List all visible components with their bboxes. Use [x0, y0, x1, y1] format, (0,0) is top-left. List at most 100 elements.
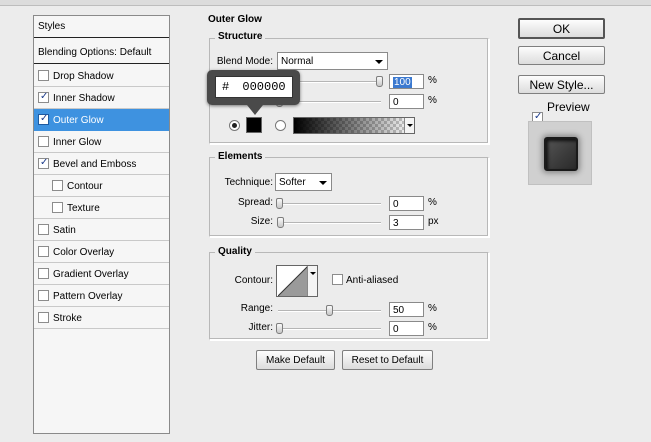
style-item-checkbox[interactable]: [52, 202, 63, 213]
technique-dropdown[interactable]: Softer: [275, 173, 332, 191]
hash-symbol: #: [222, 80, 230, 94]
style-item-checkbox[interactable]: [38, 268, 49, 279]
opacity-slider-thumb[interactable]: [376, 76, 383, 87]
style-item-label: Inner Shadow: [53, 93, 115, 104]
glow-gradient-picker[interactable]: [293, 117, 415, 134]
technique-label: Technique:: [224, 177, 273, 188]
style-item-contour[interactable]: Contour: [34, 175, 169, 197]
style-item-gradient-overlay[interactable]: Gradient Overlay: [34, 263, 169, 285]
title-bar-strip: [0, 0, 651, 6]
make-default-button[interactable]: Make Default: [256, 350, 335, 370]
color-hex-value: 000000: [242, 80, 286, 94]
elements-title: Elements: [215, 151, 266, 162]
range-unit: %: [428, 303, 437, 314]
size-unit: px: [428, 216, 439, 227]
style-item-label: Gradient Overlay: [53, 269, 129, 280]
range-slider-thumb[interactable]: [326, 305, 333, 316]
noise-percent: %: [428, 95, 437, 106]
spread-unit: %: [428, 197, 437, 208]
jitter-label: Jitter:: [248, 322, 273, 333]
preview-box: [528, 121, 592, 185]
contour-chevron-icon[interactable]: [307, 266, 317, 296]
style-item-label: Contour: [67, 181, 103, 192]
style-item-pattern-overlay[interactable]: Pattern Overlay: [34, 285, 169, 307]
preview-label: Preview: [547, 100, 590, 114]
gradient-radio[interactable]: [275, 120, 286, 131]
chevron-down-icon: [375, 60, 383, 64]
size-label: Size:: [250, 216, 273, 227]
style-item-satin[interactable]: Satin: [34, 219, 169, 241]
spread-slider-track[interactable]: [278, 203, 381, 205]
gradient-chevron-icon[interactable]: [404, 118, 414, 133]
style-item-label: Inner Glow: [53, 137, 102, 148]
style-item-outer-glow[interactable]: Outer Glow: [34, 109, 169, 131]
opacity-value: 100: [393, 77, 412, 88]
blend-mode-value: Normal: [281, 56, 314, 67]
color-hex-field: # 000000: [215, 76, 293, 98]
opacity-percent: %: [428, 75, 437, 86]
style-item-checkbox[interactable]: [38, 290, 49, 301]
anti-aliased-checkbox[interactable]: [332, 274, 343, 285]
style-item-checkbox[interactable]: [38, 70, 49, 81]
contour-linear-icon: [278, 266, 308, 296]
glow-color-swatch[interactable]: [246, 117, 262, 133]
range-input[interactable]: 50: [389, 302, 424, 317]
quality-title: Quality: [215, 246, 255, 257]
style-item-label: Color Overlay: [53, 247, 115, 258]
size-slider-track[interactable]: [278, 222, 381, 224]
contour-picker[interactable]: [276, 265, 318, 297]
style-item-checkbox[interactable]: [38, 136, 49, 147]
color-tooltip: # 000000: [207, 70, 300, 115]
preview-thumbnail: [544, 137, 578, 171]
style-item-label: Pattern Overlay: [53, 291, 123, 302]
jitter-slider-track[interactable]: [278, 328, 381, 330]
jitter-slider-thumb[interactable]: [276, 323, 283, 334]
style-item-label: Stroke: [53, 313, 82, 324]
style-item-checkbox[interactable]: [38, 224, 49, 235]
range-label: Range:: [240, 303, 273, 314]
ok-button[interactable]: OK: [518, 18, 605, 39]
spread-label: Spread:: [237, 197, 273, 208]
noise-input[interactable]: 0: [389, 94, 424, 109]
reset-to-default-button[interactable]: Reset to Default: [342, 350, 433, 370]
jitter-unit: %: [428, 322, 437, 333]
new-style-button[interactable]: New Style...: [518, 75, 605, 94]
size-input[interactable]: 3: [389, 215, 424, 230]
styles-list: Styles Blending Options: Default Drop Sh…: [33, 15, 170, 434]
style-item-stroke[interactable]: Stroke: [34, 307, 169, 329]
style-item-label: Drop Shadow: [53, 71, 114, 82]
style-item-color-overlay[interactable]: Color Overlay: [34, 241, 169, 263]
contour-label: Contour:: [234, 275, 273, 286]
style-item-checkbox[interactable]: [52, 180, 63, 191]
blend-mode-dropdown[interactable]: Normal: [277, 52, 388, 70]
style-item-texture[interactable]: Texture: [34, 197, 169, 219]
spread-slider-thumb[interactable]: [276, 198, 283, 209]
size-slider-thumb[interactable]: [277, 217, 285, 228]
styles-header[interactable]: Styles: [34, 16, 169, 38]
blend-mode-label: Blend Mode:: [216, 56, 273, 67]
blending-options-item[interactable]: Blending Options: Default: [34, 42, 169, 64]
style-item-label: Texture: [67, 203, 100, 214]
panel-title: Outer Glow: [205, 14, 265, 25]
style-item-checkbox[interactable]: [38, 91, 49, 103]
style-item-label: Outer Glow: [53, 115, 104, 126]
style-item-label: Bevel and Emboss: [53, 159, 137, 170]
style-item-checkbox[interactable]: [38, 312, 49, 323]
style-item-checkbox[interactable]: [38, 157, 49, 169]
cancel-button[interactable]: Cancel: [518, 46, 605, 65]
style-item-checkbox[interactable]: [38, 113, 49, 125]
style-item-checkbox[interactable]: [38, 246, 49, 257]
anti-aliased-label: Anti-aliased: [346, 275, 399, 286]
chevron-down-icon: [319, 181, 327, 185]
technique-value: Softer: [279, 177, 306, 188]
jitter-input[interactable]: 0: [389, 321, 424, 336]
opacity-input[interactable]: 100: [389, 74, 424, 89]
solid-color-radio[interactable]: [229, 120, 240, 131]
spread-input[interactable]: 0: [389, 196, 424, 211]
tooltip-tail: [247, 105, 263, 115]
style-item-drop-shadow[interactable]: Drop Shadow: [34, 65, 169, 87]
style-item-bevel-and-emboss[interactable]: Bevel and Emboss: [34, 153, 169, 175]
style-item-inner-shadow[interactable]: Inner Shadow: [34, 87, 169, 109]
structure-title: Structure: [215, 31, 266, 42]
style-item-inner-glow[interactable]: Inner Glow: [34, 131, 169, 153]
